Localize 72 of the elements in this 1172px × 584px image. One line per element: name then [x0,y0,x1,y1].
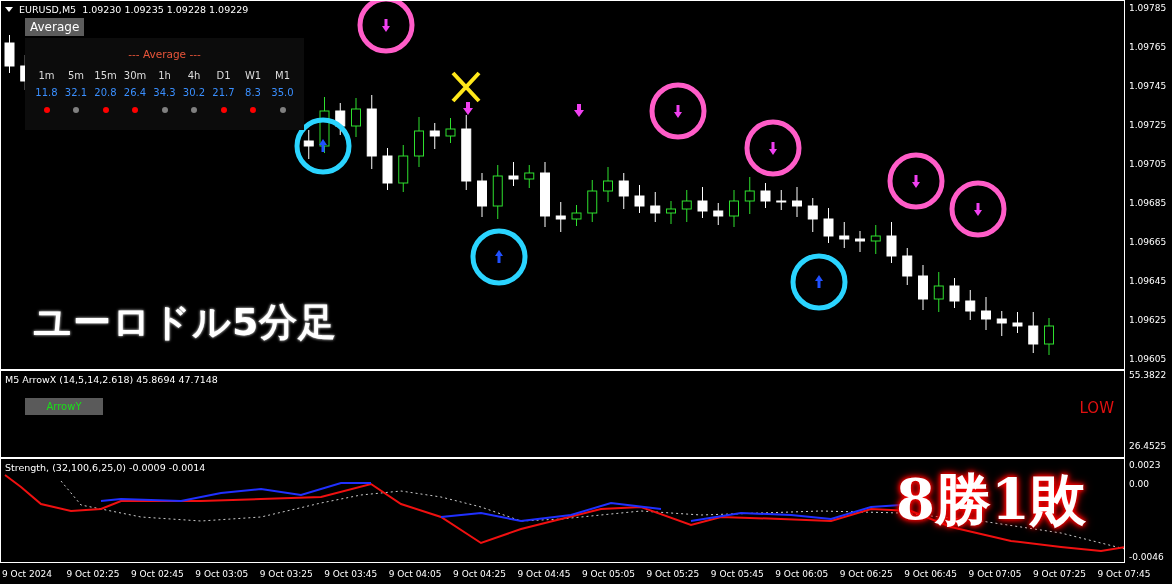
time-label: 9 Oct 04:45 [517,569,572,579]
price-label: 1.09765 [1129,42,1168,53]
time-label: 9 Oct 2024 [2,569,53,579]
time-label: 9 Oct 06:45 [904,569,959,579]
arrowy-button[interactable]: ArrowY [25,398,103,415]
indicator-value-label: 26.4525 [1129,441,1168,452]
time-label: 9 Oct 04:25 [453,569,507,579]
price-label: 1.09745 [1129,81,1168,92]
timeframe-label: 1m [38,70,55,81]
timeframe-label: 4h [187,70,201,81]
average-value: 8.3 [245,87,261,98]
chart-title: EURUSD,M5 [19,4,77,15]
average-value: 34.3 [153,87,176,98]
timeframe-label: M1 [275,70,290,81]
average-value: 26.4 [123,87,147,98]
up-arrow-signal-icon [790,253,848,311]
time-label: 9 Oct 03:25 [259,569,314,579]
price-label: 1.09725 [1129,120,1168,131]
average-value: 20.8 [94,87,117,98]
timeframe-label: 15m [94,70,117,81]
time-label: 9 Oct 05:05 [581,569,636,579]
time-label: 9 Oct 05:25 [646,569,701,579]
time-label: 9 Oct 06:25 [839,569,894,579]
price-label: 1.09785 [1129,3,1168,14]
strength-value-label: 0.0023 [1129,460,1162,471]
down-arrow-signal-icon [357,1,415,54]
down-arrow-signal-icon [744,119,802,177]
time-label: 9 Oct 02:25 [66,569,121,579]
average-heading: --- Average --- [128,48,201,60]
indicator-title: M5 ArrowX (14,5,14,2.618) 45.8694 47.7148 [5,374,218,385]
average-value: 21.7 [212,87,235,98]
up-arrow-signal-icon [294,117,352,175]
price-label: 1.09665 [1129,237,1168,248]
down-arrow-signal-icon [949,180,1007,238]
time-label: 9 Oct 04:05 [388,569,443,579]
dropdown-icon[interactable] [5,7,13,12]
indicator-title: Strength, (32,100,6,25,0) -0.0009 -0.0014 [5,462,206,473]
time-label: 9 Oct 03:45 [324,569,379,579]
price-label: 1.09705 [1129,159,1168,170]
chart-caption: ユーロドル5分足 [33,299,338,346]
average-value: 30.2 [182,87,206,98]
average-button[interactable]: Average [25,18,85,36]
timeframe-label: W1 [244,70,262,81]
price-label: 1.09625 [1129,315,1168,326]
time-label: 9 Oct 06:05 [775,569,830,579]
time-label: 9 Oct 07:05 [968,569,1023,579]
timeframe-label: 5m [67,70,85,81]
timeframe-label: 30m [123,70,147,81]
down-arrow-icon [463,102,473,115]
strength-value-label: -0.0046 [1129,552,1165,563]
strength-value-label: 0.00 [1129,479,1151,490]
indicator-value-label: 55.3822 [1129,370,1168,381]
down-arrow-signal-icon [887,152,945,210]
cross-icon [451,71,481,103]
price-quote: 1.09230 1.09235 1.09228 1.09229 [82,4,249,15]
time-label: 9 Oct 05:45 [710,569,765,579]
time-label: 9 Oct 07:45 [1097,569,1152,579]
timeframe-label: 1h [158,70,171,81]
time-label: 9 Oct 07:25 [1033,569,1087,579]
price-label: 1.09645 [1129,276,1168,287]
signal-label: LOW [1079,399,1114,417]
down-arrow-signal-icon [649,82,707,140]
timeframe-label: D1 [216,70,231,81]
time-label: 9 Oct 03:05 [195,569,250,579]
average-value: 35.0 [271,87,294,98]
up-arrow-signal-icon [470,228,528,286]
average-value: 11.8 [35,87,58,98]
price-label: 1.09685 [1129,198,1168,209]
price-label: 1.09605 [1129,354,1168,365]
average-value: 32.1 [64,87,88,98]
down-arrow-icon [574,104,584,117]
time-label: 9 Oct 02:45 [130,569,185,579]
